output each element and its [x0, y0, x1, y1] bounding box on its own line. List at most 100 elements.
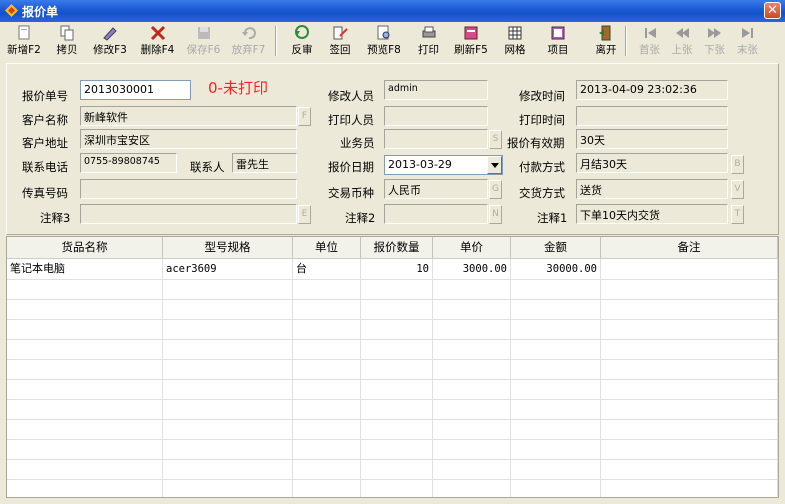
table-cell[interactable]: [7, 299, 163, 319]
note3-field[interactable]: [80, 204, 297, 224]
table-cell[interactable]: [361, 359, 433, 379]
payment-field[interactable]: 月结30天: [576, 153, 728, 173]
table-cell[interactable]: [361, 439, 433, 459]
column-header[interactable]: 金额: [511, 237, 601, 258]
table-cell[interactable]: acer3609: [163, 259, 293, 279]
first-record-button[interactable]: 首张: [633, 24, 666, 60]
table-cell[interactable]: [7, 339, 163, 359]
table-cell[interactable]: [601, 299, 778, 319]
note2-field[interactable]: [384, 204, 488, 224]
table-cell[interactable]: [163, 339, 293, 359]
customer-name-field[interactable]: 新峰软件: [80, 106, 297, 126]
table-row[interactable]: [7, 439, 778, 460]
column-header[interactable]: 单价: [433, 237, 511, 258]
edit-button[interactable]: 修改F3: [86, 24, 134, 60]
table-cell[interactable]: [163, 299, 293, 319]
next-record-button[interactable]: 下张: [698, 24, 731, 60]
table-cell[interactable]: [7, 319, 163, 339]
items-grid[interactable]: 货品名称 型号规格 单位 报价数量 单价 金额 备注 笔记本电脑 acer3609 台 10 300…: [6, 236, 779, 498]
table-cell[interactable]: [293, 399, 361, 419]
table-row[interactable]: 笔记本电脑 acer3609 台 10 3000.00 30000.00: [7, 259, 778, 280]
table-cell[interactable]: [433, 279, 511, 299]
grid-button[interactable]: 网格: [494, 24, 536, 60]
fax-field[interactable]: [80, 179, 297, 199]
note3-lookup-button[interactable]: E: [298, 205, 311, 224]
table-cell[interactable]: [7, 279, 163, 299]
table-cell[interactable]: [293, 299, 361, 319]
modifier-field[interactable]: admin: [384, 80, 488, 100]
quote-date-picker[interactable]: 2013-03-29: [384, 155, 503, 175]
table-cell[interactable]: [433, 379, 511, 399]
table-cell[interactable]: [601, 319, 778, 339]
table-cell[interactable]: [511, 279, 601, 299]
preview-button[interactable]: 预览F8: [359, 24, 409, 60]
salesman-field[interactable]: [384, 129, 488, 149]
table-cell[interactable]: [163, 319, 293, 339]
close-button[interactable]: ✕: [764, 2, 781, 19]
table-cell[interactable]: [601, 399, 778, 419]
table-cell[interactable]: 台: [293, 259, 361, 279]
table-cell[interactable]: [163, 479, 293, 497]
unaudit-button[interactable]: 反审: [283, 24, 321, 60]
modify-time-field[interactable]: 2013-04-09 23:02:36: [576, 80, 728, 100]
table-cell[interactable]: [7, 439, 163, 459]
column-header[interactable]: 型号规格: [163, 237, 293, 258]
table-cell[interactable]: [511, 419, 601, 439]
table-row[interactable]: [7, 399, 778, 420]
table-cell[interactable]: [163, 379, 293, 399]
table-cell[interactable]: [601, 259, 778, 279]
delivery-field[interactable]: 送货: [576, 179, 728, 199]
table-cell[interactable]: [511, 339, 601, 359]
table-cell[interactable]: [433, 359, 511, 379]
table-cell[interactable]: [511, 479, 601, 497]
table-cell[interactable]: [361, 459, 433, 479]
column-header[interactable]: 单位: [293, 237, 361, 258]
table-cell[interactable]: [163, 459, 293, 479]
table-cell[interactable]: [361, 319, 433, 339]
exit-button[interactable]: 离开: [580, 24, 632, 60]
printer-field[interactable]: [384, 106, 488, 126]
column-header[interactable]: 报价数量: [361, 237, 433, 258]
table-cell[interactable]: [511, 459, 601, 479]
table-row[interactable]: [7, 339, 778, 360]
note2-lookup-button[interactable]: N: [489, 205, 502, 224]
table-cell[interactable]: [7, 419, 163, 439]
table-cell[interactable]: [163, 419, 293, 439]
delete-button[interactable]: 删除F4: [134, 24, 181, 60]
table-cell[interactable]: [163, 359, 293, 379]
table-row[interactable]: [7, 459, 778, 480]
table-cell[interactable]: [433, 459, 511, 479]
undo-button[interactable]: 放弃F7: [226, 24, 271, 60]
table-cell[interactable]: [511, 399, 601, 419]
quote-no-field[interactable]: 2013030001: [80, 80, 191, 100]
last-record-button[interactable]: 末张: [731, 24, 764, 60]
table-row[interactable]: [7, 299, 778, 320]
table-cell[interactable]: [511, 379, 601, 399]
table-cell[interactable]: [7, 479, 163, 497]
table-cell[interactable]: [293, 459, 361, 479]
signback-button[interactable]: 签回: [321, 24, 359, 60]
note1-field[interactable]: 下单10天内交货: [576, 204, 728, 224]
table-cell[interactable]: [433, 339, 511, 359]
project-button[interactable]: 项目: [536, 24, 580, 60]
column-header[interactable]: 备注: [601, 237, 778, 258]
table-cell[interactable]: [601, 339, 778, 359]
table-cell[interactable]: [7, 379, 163, 399]
table-cell[interactable]: [163, 399, 293, 419]
table-cell[interactable]: [163, 279, 293, 299]
table-row[interactable]: [7, 359, 778, 380]
table-cell[interactable]: [293, 419, 361, 439]
table-cell[interactable]: [293, 339, 361, 359]
table-row[interactable]: [7, 419, 778, 440]
table-row[interactable]: [7, 319, 778, 340]
quote-date-dropdown-button[interactable]: [487, 156, 502, 174]
table-cell[interactable]: [361, 279, 433, 299]
table-cell[interactable]: [601, 359, 778, 379]
salesman-lookup-button[interactable]: S: [489, 130, 502, 149]
note1-lookup-button[interactable]: T: [731, 205, 744, 224]
print-button[interactable]: 打印: [409, 24, 448, 60]
table-cell[interactable]: 30000.00: [511, 259, 601, 279]
table-cell[interactable]: 10: [361, 259, 433, 279]
table-cell[interactable]: [601, 419, 778, 439]
table-cell[interactable]: [601, 379, 778, 399]
